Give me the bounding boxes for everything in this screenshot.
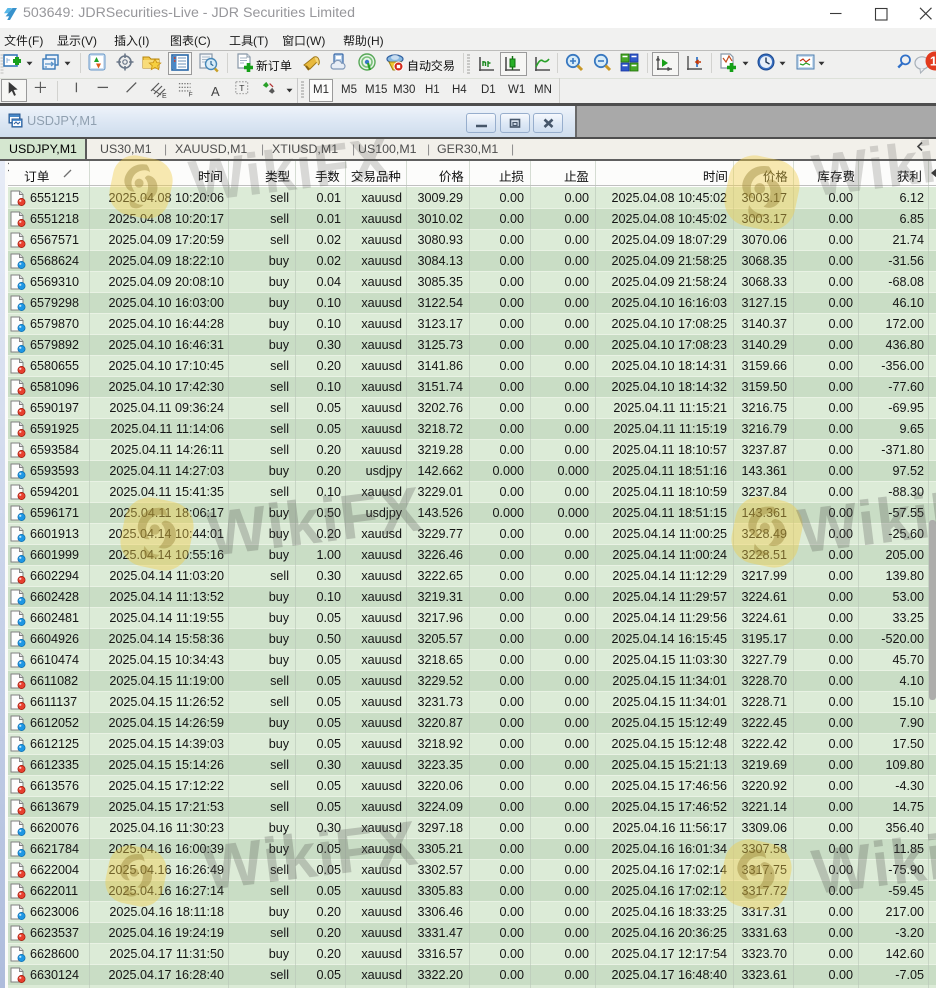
svg-text:F: F <box>189 91 193 98</box>
svg-text:1: 1 <box>930 54 936 69</box>
svg-text:E: E <box>162 93 167 100</box>
svg-text:T: T <box>239 83 244 93</box>
